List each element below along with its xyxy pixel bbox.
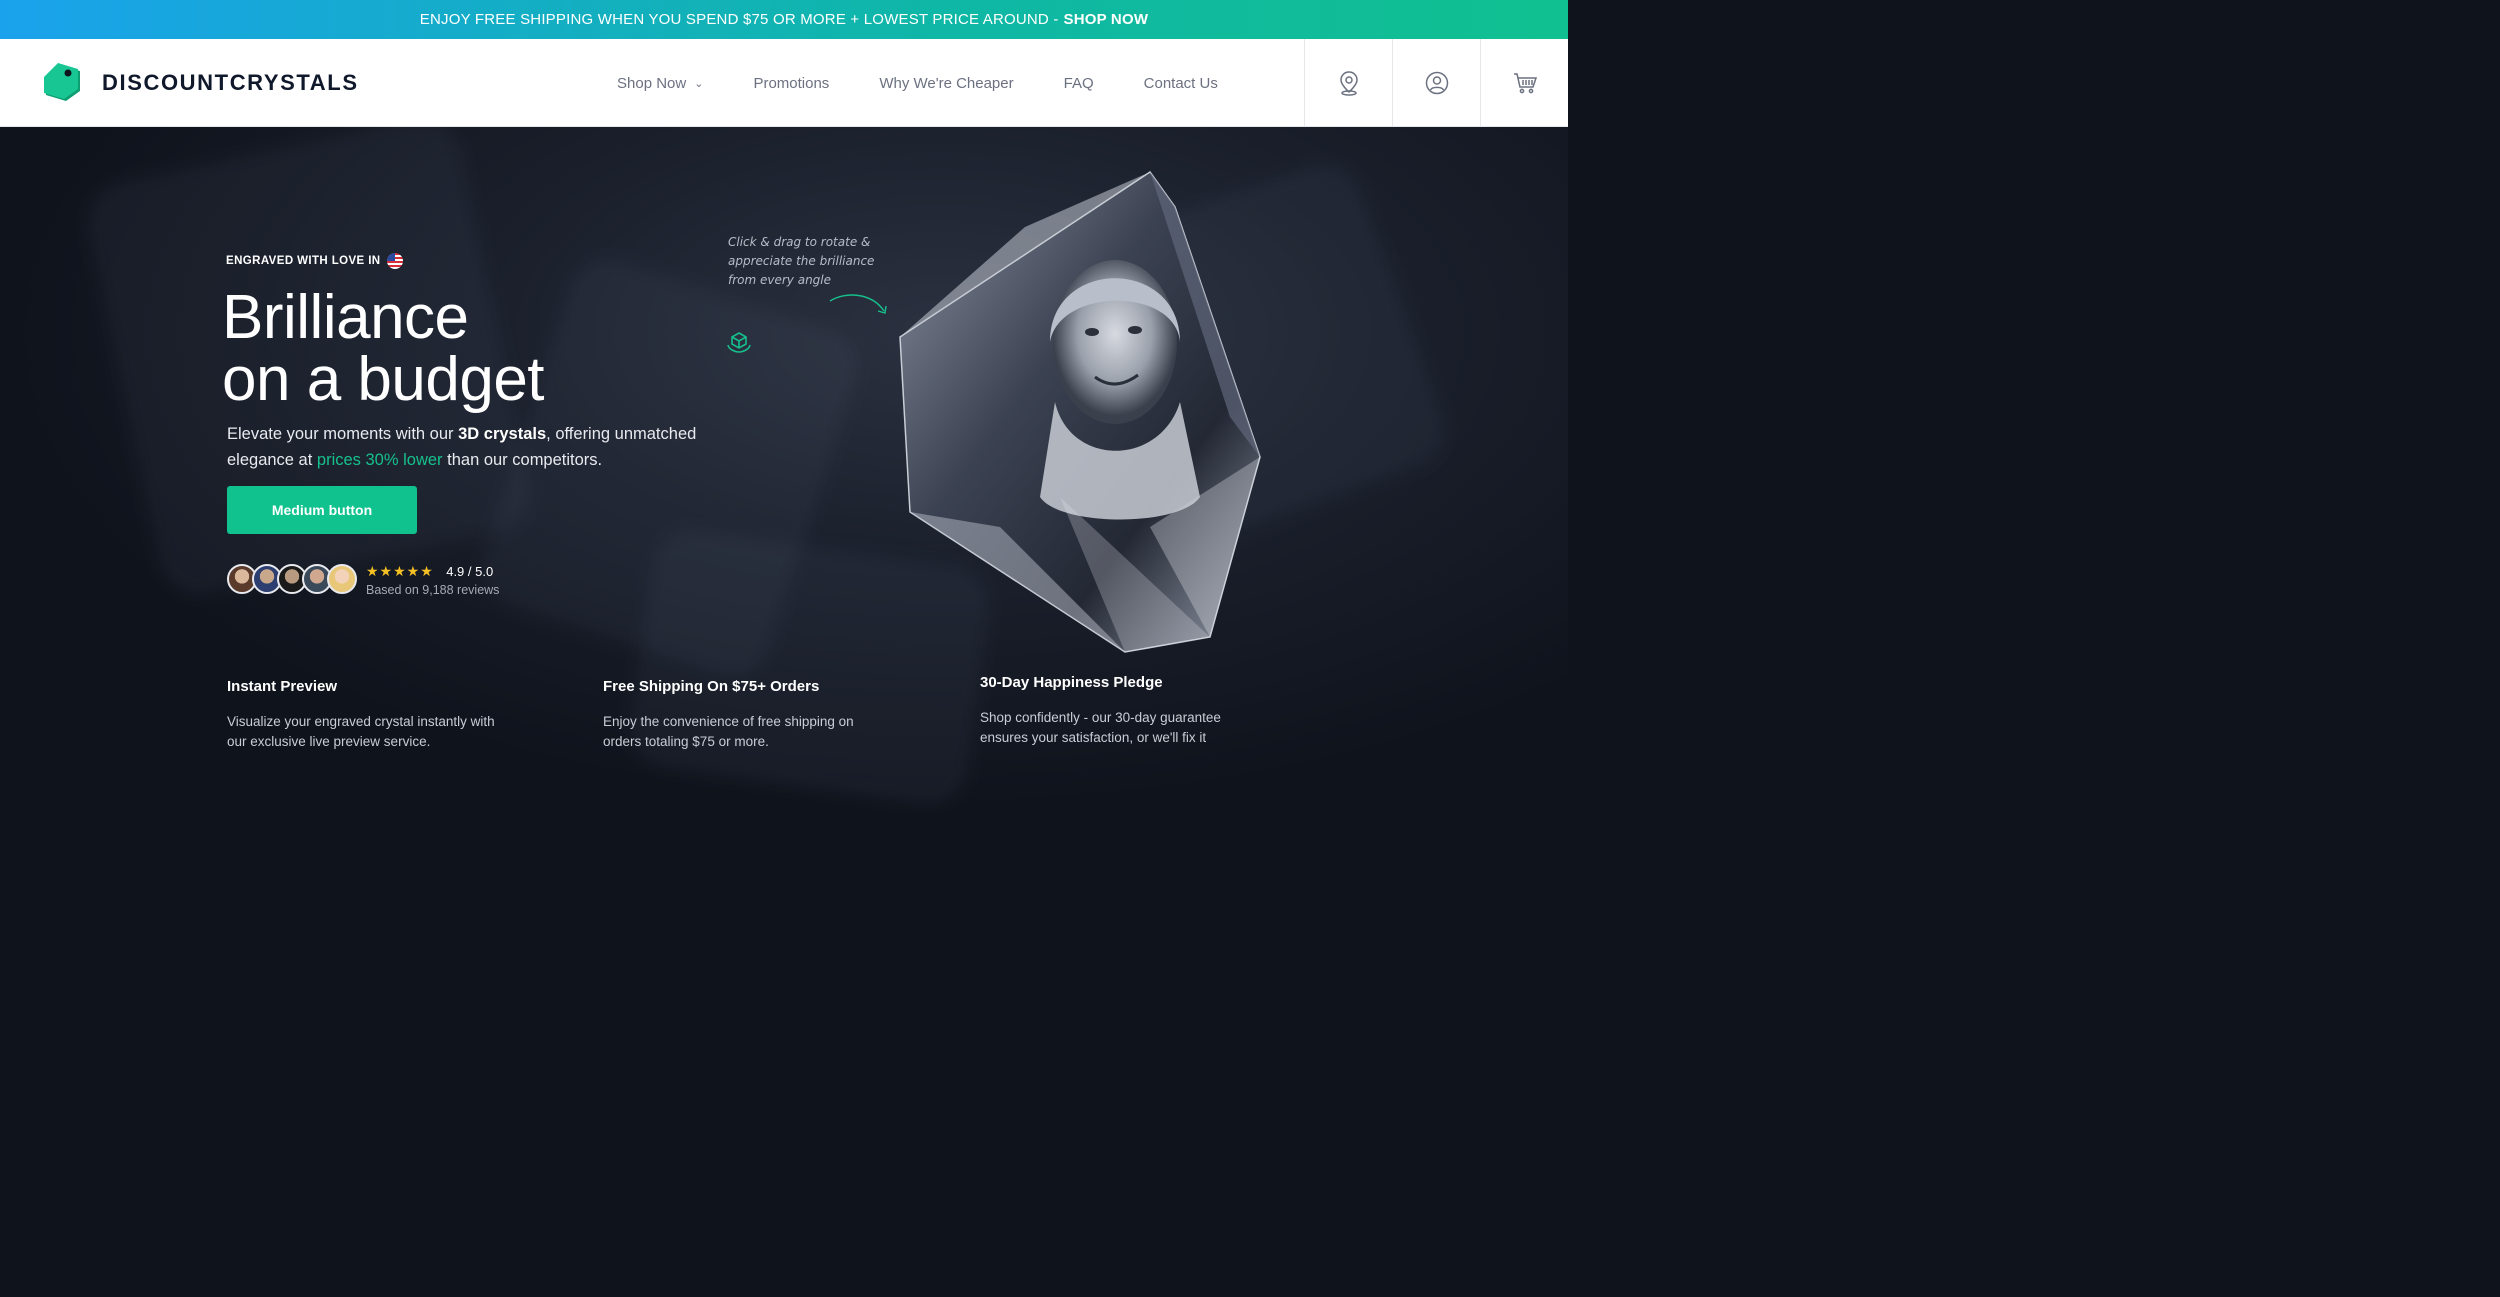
headline-line-1: Brilliance: [222, 283, 469, 352]
feature-title: 30-Day Happiness Pledge: [980, 674, 1163, 691]
feature-text: Visualize your engraved crystal instantl…: [227, 714, 495, 749]
hero-eyebrow: ENGRAVED WITH LOVE IN: [226, 253, 403, 269]
hero-subtitle: Elevate your moments with our 3D crystal…: [227, 421, 767, 473]
nav-shop-now[interactable]: Shop Now ⌄: [617, 75, 703, 92]
cart-button[interactable]: [1480, 39, 1568, 127]
star-rating-icon: ★★★★★: [366, 563, 434, 579]
chevron-down-icon: ⌄: [694, 77, 704, 90]
sub-text-1: Elevate your moments with our: [227, 425, 459, 443]
rating-score: 4.9 / 5.0: [446, 564, 494, 579]
rotate-hint: Click & drag to rotate & appreciate the …: [728, 235, 875, 287]
nav-shop-now-label: Shop Now: [617, 74, 687, 92]
hero-cta-button[interactable]: Medium button: [227, 486, 417, 534]
avatar: [327, 564, 357, 594]
promo-text: ENJOY FREE SHIPPING WHEN YOU SPEND $75 O…: [419, 11, 1059, 28]
account-button[interactable]: [1392, 39, 1480, 127]
feature-free-shipping: Free Shipping On $75+ Orders Enjoy the c…: [603, 678, 903, 752]
feature-title: Free Shipping On $75+ Orders: [603, 678, 820, 695]
promo-shop-now-link[interactable]: SHOP NOW: [1064, 11, 1149, 28]
sub-bold: 3D crystals: [458, 425, 547, 443]
feature-instant-preview: Instant Preview Visualize your engraved …: [227, 678, 527, 752]
rating-block: ★★★★★ 4.9 / 5.0 Based on 9,188 reviews: [366, 563, 499, 597]
header-actions: [1304, 39, 1568, 127]
feature-text: Shop confidently - our 30-day guarantee …: [980, 710, 1221, 745]
review-count: Based on 9,188 reviews: [366, 583, 500, 597]
3d-crystal-preview[interactable]: [880, 167, 1280, 657]
site-header: DISCOUNTCRYSTALS Shop Now ⌄ Promotions Wh…: [0, 39, 1568, 127]
feature-happiness-pledge: 30-Day Happiness Pledge Shop confidently…: [980, 674, 1280, 748]
3d-rotate-icon[interactable]: [725, 330, 753, 354]
eyebrow-text: ENGRAVED WITH LOVE IN: [226, 255, 381, 267]
sub-text-3: than our competitors.: [442, 451, 603, 469]
us-flag-icon: [386, 253, 403, 269]
hero-headline: Brilliance on a budget: [222, 287, 545, 414]
nav-contact[interactable]: Contact Us: [1144, 75, 1218, 92]
logo-tag-icon: [44, 63, 80, 101]
location-button[interactable]: [1304, 39, 1392, 127]
feature-title: Instant Preview: [227, 678, 338, 695]
nav-faq[interactable]: FAQ: [1064, 75, 1094, 92]
shopping-cart-icon: [1513, 73, 1537, 94]
brand-logo[interactable]: DISCOUNTCRYSTALS: [40, 61, 359, 105]
headline-line-2: on a budget: [222, 345, 545, 414]
user-account-icon: [1425, 71, 1448, 95]
reviewer-avatars: [227, 564, 357, 594]
hero-section: ENGRAVED WITH LOVE IN Brilliance on a bu…: [0, 127, 1568, 813]
sub-highlight: prices 30% lower: [316, 451, 443, 469]
promo-banner[interactable]: ENJOY FREE SHIPPING WHEN YOU SPEND $75 O…: [0, 0, 1568, 39]
location-pin-icon: [1339, 71, 1358, 96]
nav-promotions[interactable]: Promotions: [753, 75, 829, 92]
brand-name: DISCOUNTCRYSTALS: [102, 70, 359, 95]
feature-text: Enjoy the convenience of free shipping o…: [603, 714, 854, 749]
main-nav: Shop Now ⌄ Promotions Why We're Cheaper F…: [617, 39, 1268, 127]
nav-why-cheaper[interactable]: Why We're Cheaper: [879, 75, 1013, 92]
